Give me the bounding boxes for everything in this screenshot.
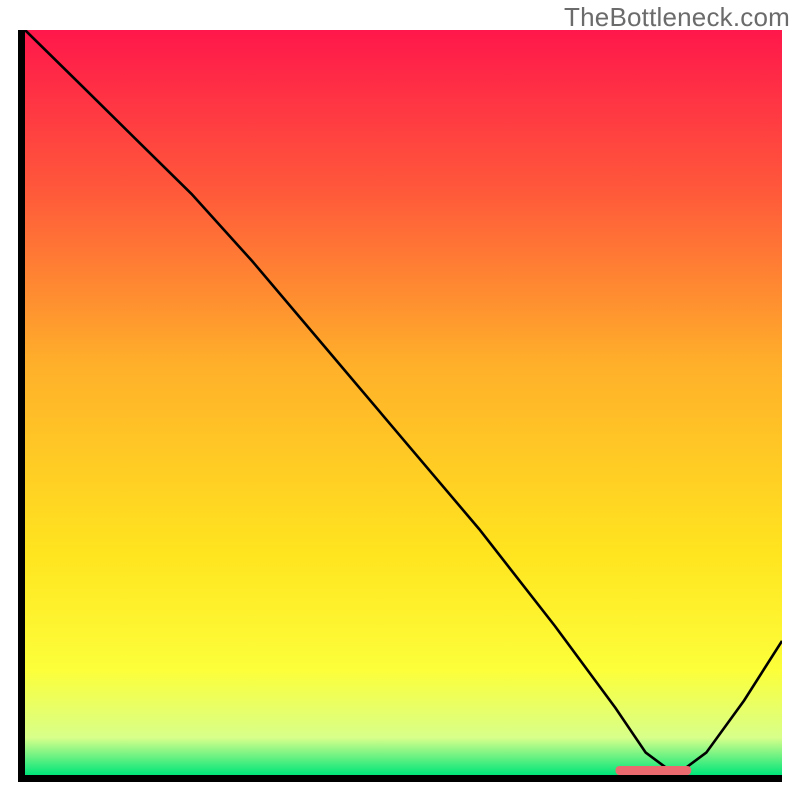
chart-axes-frame bbox=[18, 30, 782, 782]
optimal-range-marker bbox=[616, 766, 692, 775]
watermark-text: TheBottleneck.com bbox=[564, 2, 790, 33]
chart-canvas bbox=[25, 30, 782, 775]
